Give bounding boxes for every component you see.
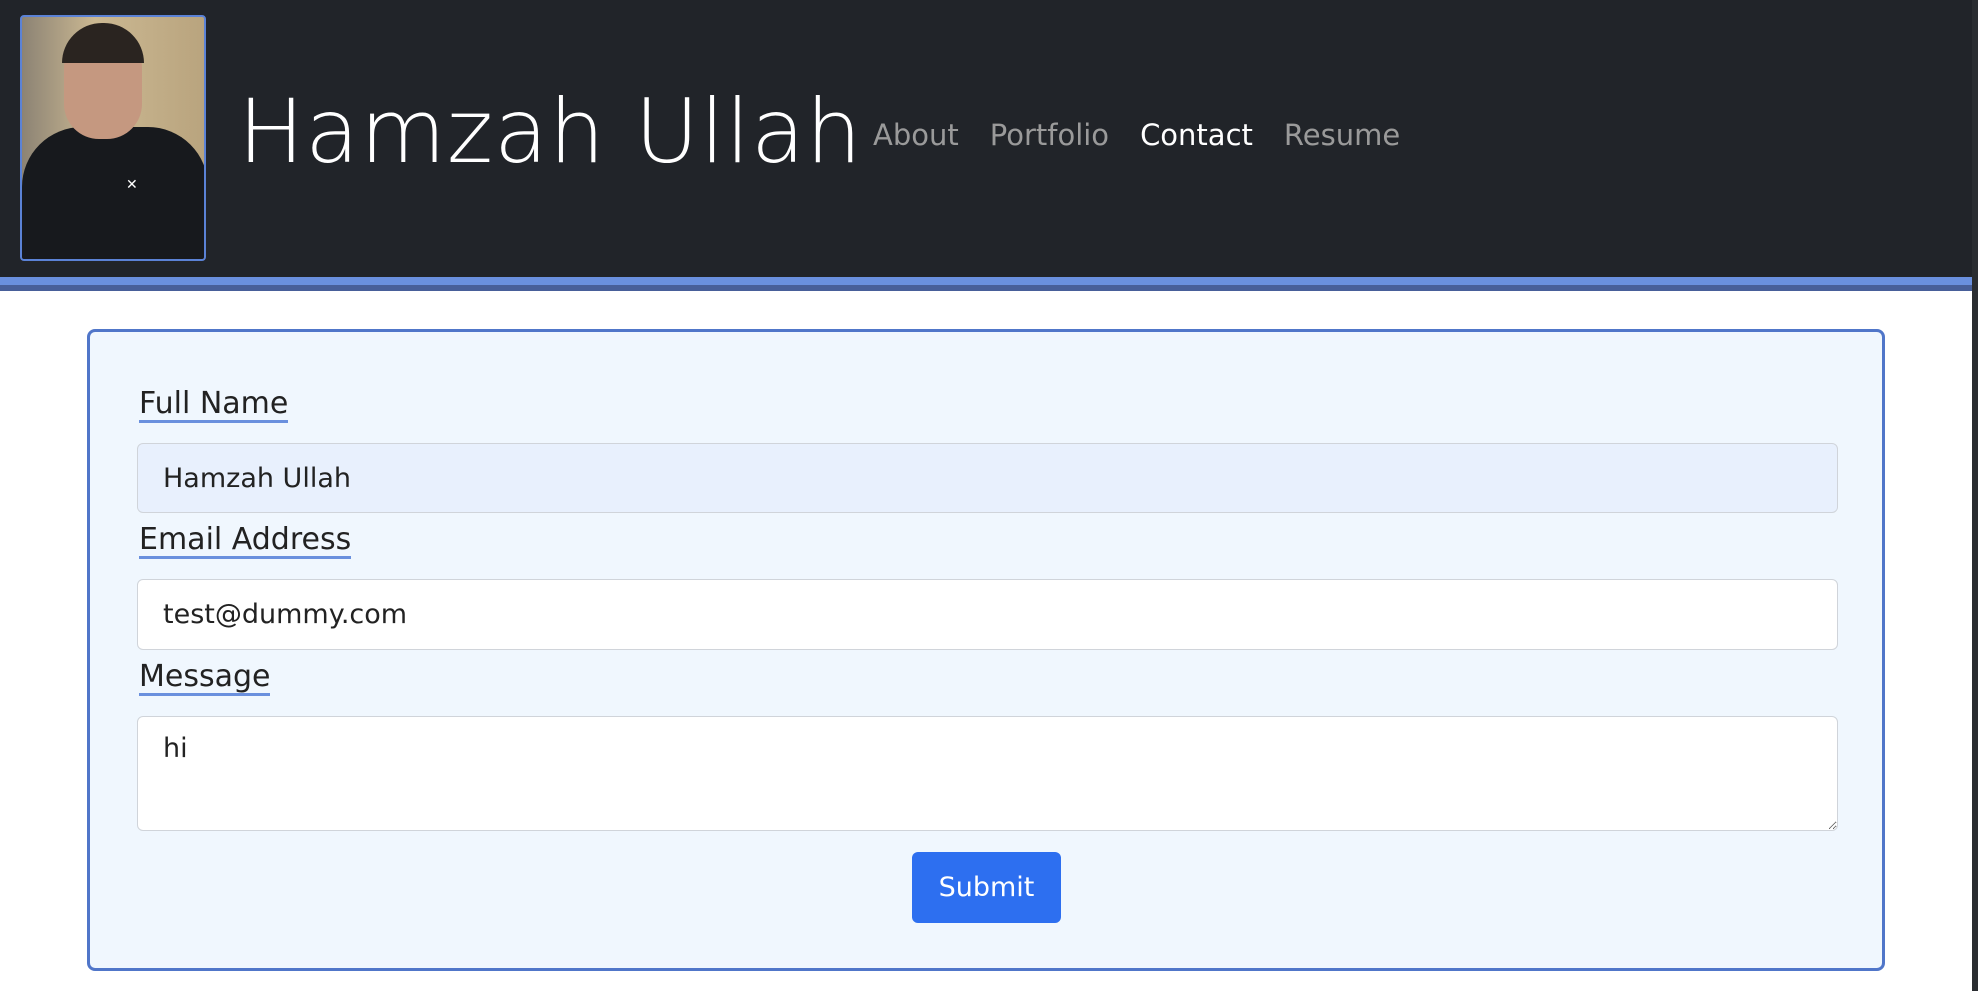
- message-textarea[interactable]: hi: [137, 716, 1838, 831]
- email-input[interactable]: [137, 579, 1838, 650]
- nav-resume[interactable]: Resume: [1284, 118, 1400, 152]
- submit-button[interactable]: Submit: [912, 852, 1061, 923]
- full-name-label: Full Name: [139, 386, 289, 423]
- profile-photo: ✕: [20, 15, 206, 261]
- site-header: ✕ Hamzah Ullah About Portfolio Contact R…: [0, 0, 1972, 277]
- header-divider: [0, 277, 1972, 285]
- site-title: Hamzah Ullah: [238, 80, 863, 183]
- nav-contact[interactable]: Contact: [1140, 118, 1253, 152]
- contact-form: Full Name Email Address Message hi Submi…: [87, 329, 1885, 971]
- main-nav: About Portfolio Contact Resume: [873, 118, 1400, 152]
- message-label: Message: [139, 659, 271, 696]
- full-name-input[interactable]: [137, 443, 1838, 513]
- header-divider-dark: [0, 285, 1972, 291]
- scrollbar[interactable]: [1972, 0, 1978, 991]
- email-label: Email Address: [139, 522, 352, 559]
- nav-portfolio[interactable]: Portfolio: [990, 118, 1109, 152]
- nav-about[interactable]: About: [873, 118, 959, 152]
